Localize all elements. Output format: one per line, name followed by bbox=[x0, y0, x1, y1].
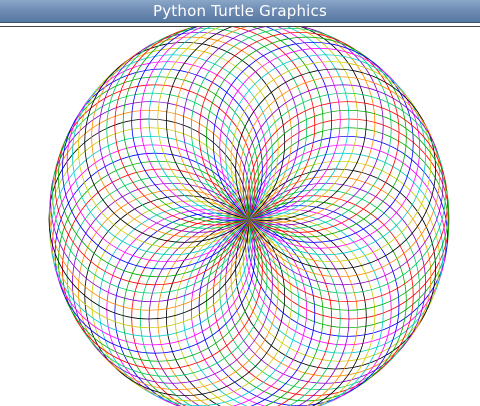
turtle-window: Python Turtle Graphics bbox=[0, 0, 480, 406]
spiro-circle bbox=[165, 27, 367, 221]
title-bar[interactable]: Python Turtle Graphics bbox=[0, 0, 480, 23]
spiro-circle bbox=[139, 218, 341, 406]
spiro-circle bbox=[157, 218, 359, 406]
spiro-circle bbox=[148, 218, 350, 406]
spiro-circle bbox=[131, 27, 333, 221]
window-title: Python Turtle Graphics bbox=[152, 2, 327, 20]
spiro-circle bbox=[148, 27, 350, 220]
turtle-canvas[interactable] bbox=[0, 27, 480, 406]
spirograph-drawing bbox=[48, 27, 450, 406]
